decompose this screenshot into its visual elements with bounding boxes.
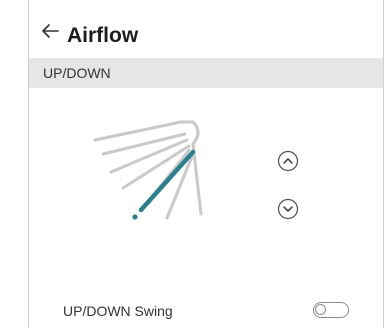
page-title: Airflow [67, 24, 139, 47]
swing-toggle[interactable] [313, 302, 349, 318]
section-header-up-down: UP/DOWN [29, 58, 383, 88]
chevron-up-icon[interactable] [277, 150, 299, 172]
swing-row: UP/DOWN Swing [29, 296, 383, 326]
section-label: UP/DOWN [43, 65, 111, 81]
toggle-knob [315, 304, 326, 315]
header: Airflow [29, 16, 383, 56]
swing-label: UP/DOWN Swing [63, 303, 173, 319]
airflow-panel: Airflow UP/DOWN UP/DOWN Swing [28, 0, 384, 328]
arrow-left-icon[interactable] [39, 20, 61, 42]
airflow-vane-icon [93, 120, 203, 220]
chevron-down-icon[interactable] [277, 198, 299, 220]
